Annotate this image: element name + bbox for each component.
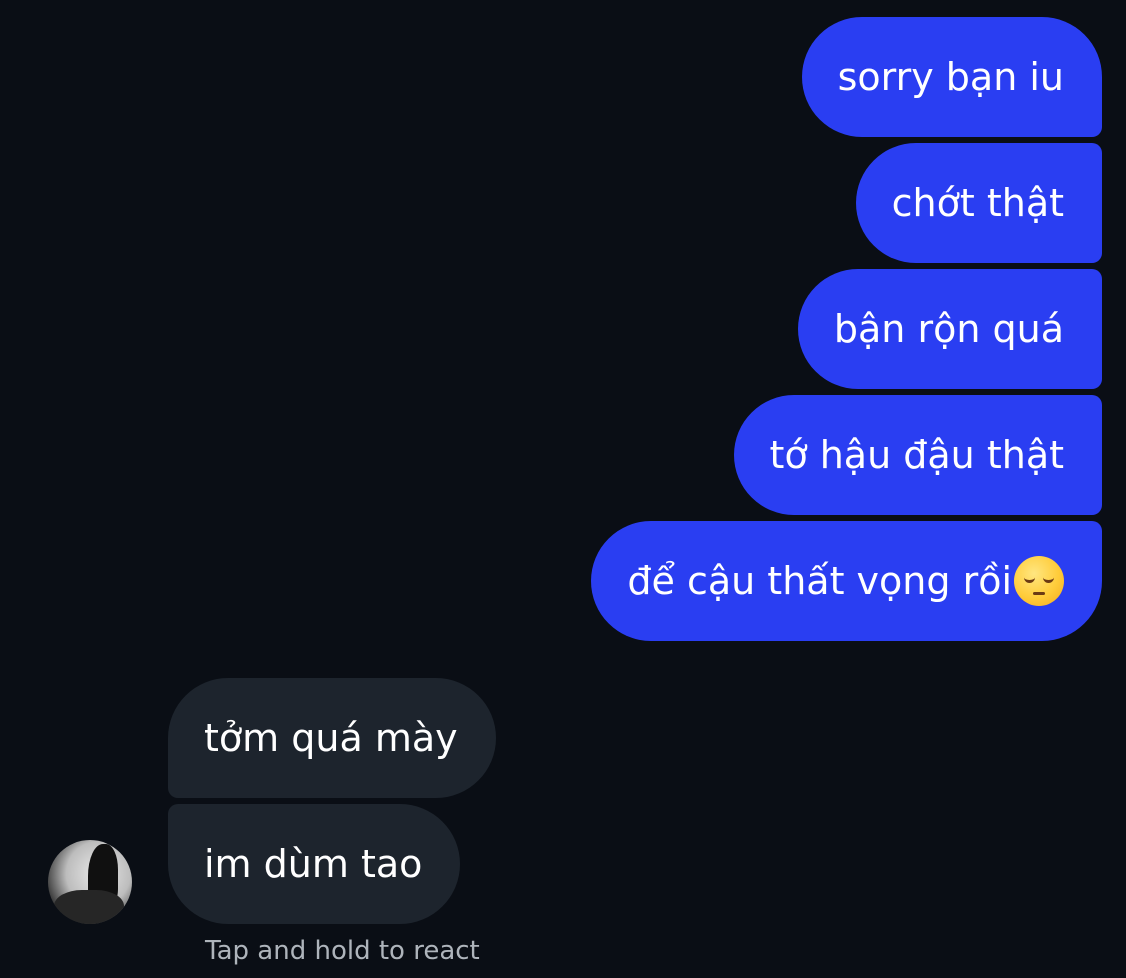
message-text: tởm quá mày bbox=[204, 716, 458, 760]
reaction-hint: Tap and hold to react bbox=[205, 936, 480, 966]
sent-message-bubble[interactable]: sorry bạn iu bbox=[801, 17, 1102, 137]
message-text: im dùm tao bbox=[204, 842, 423, 886]
avatar-body-shape bbox=[54, 890, 124, 924]
message-text: để cậu thất vọng rồi bbox=[627, 559, 1012, 603]
sent-message-bubble[interactable]: để cậu thất vọng rồi bbox=[591, 521, 1102, 641]
received-message-bubble[interactable]: im dùm tao bbox=[168, 804, 461, 924]
message-text: chớt thật bbox=[891, 181, 1064, 225]
sent-message-bubble[interactable]: bận rộn quá bbox=[797, 269, 1102, 389]
received-message-bubble[interactable]: tởm quá mày bbox=[168, 678, 496, 798]
message-text: sorry bạn iu bbox=[837, 55, 1064, 99]
pensive-face-emoji-icon bbox=[1014, 556, 1064, 606]
message-text: tớ hậu đậu thật bbox=[769, 433, 1065, 477]
message-text: bận rộn quá bbox=[833, 307, 1064, 351]
sent-message-bubble[interactable]: tớ hậu đậu thật bbox=[733, 395, 1102, 515]
contact-avatar[interactable] bbox=[48, 840, 132, 924]
sent-message-bubble[interactable]: chớt thật bbox=[855, 143, 1102, 263]
chat-screen: sorry bạn iu chớt thật bận rộn quá tớ hậ… bbox=[0, 0, 1126, 978]
